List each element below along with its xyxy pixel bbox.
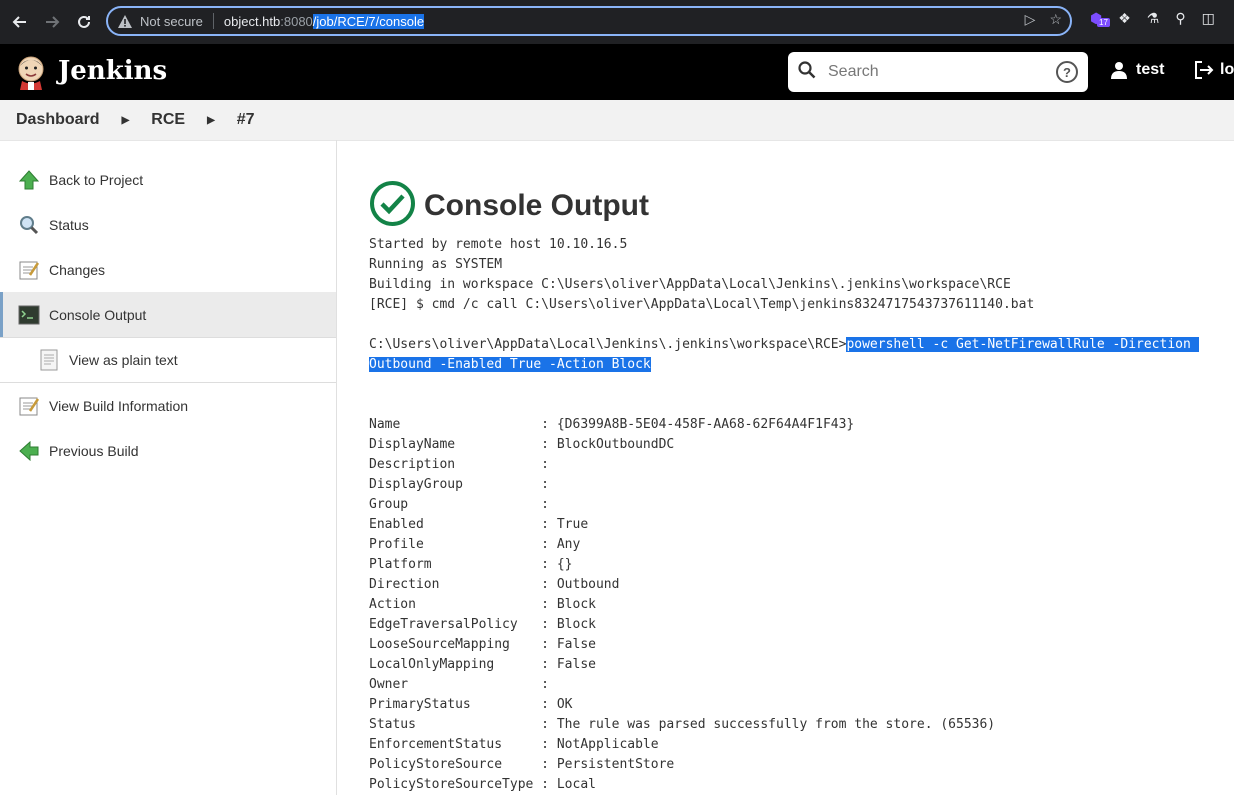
console-line: Description :	[369, 457, 557, 472]
separator	[212, 13, 214, 29]
console-line: Enabled : True	[369, 517, 589, 532]
star-icon[interactable]: ☆	[1049, 11, 1062, 28]
magnifier-icon	[18, 214, 40, 236]
document-icon	[38, 349, 60, 371]
sidebar-item-label: Previous Build	[49, 442, 139, 459]
console-line: EdgeTraversalPolicy : Block	[369, 617, 596, 632]
left-arrow-icon	[18, 440, 40, 462]
console-line: PolicyStoreSourceType : Local	[369, 777, 596, 792]
side-panel: Back to Project Status Changes Console O…	[0, 140, 337, 795]
console-line: Building in workspace C:\Users\oliver\Ap…	[369, 277, 1011, 292]
url-port: :8080	[280, 13, 313, 29]
sidebar-item-view-plain-text[interactable]: View as plain text	[0, 337, 336, 383]
chevron-right-icon[interactable]: ▶	[122, 115, 130, 126]
jenkins-brand[interactable]: Jenkins	[58, 56, 167, 86]
terminal-icon	[18, 304, 40, 326]
chevron-right-icon[interactable]: ▶	[207, 115, 215, 126]
console-line: Owner :	[369, 677, 557, 692]
notepad-icon	[18, 395, 40, 417]
sidebar-item-label: Console Output	[49, 306, 147, 323]
console-line: DisplayGroup :	[369, 477, 557, 492]
sidebar-item-changes[interactable]: Changes	[0, 247, 336, 292]
console-line: PolicyStoreSource : PersistentStore	[369, 757, 675, 772]
success-check-icon	[369, 180, 416, 232]
warning-icon[interactable]	[118, 14, 132, 28]
console-line: [RCE] $ cmd /c call C:\Users\oliver\AppD…	[369, 297, 1035, 312]
sidebar-item-label: View as plain text	[69, 352, 178, 368]
sidebar-item-console-output[interactable]: Console Output	[0, 292, 336, 337]
search-icon[interactable]: ⚲	[1175, 10, 1185, 27]
url-host: object.htb	[223, 13, 281, 29]
main-title-area: Console Output	[369, 180, 649, 232]
search-input[interactable]	[826, 62, 1050, 82]
search-icon	[798, 60, 816, 84]
extension-badge-count: 17	[1097, 18, 1110, 27]
sidebar-item-label: Status	[49, 216, 89, 233]
flask-icon[interactable]: ⚗	[1147, 10, 1160, 27]
console-line: DisplayName : BlockOutboundDC	[369, 437, 675, 452]
user-menu[interactable]: test	[1110, 61, 1164, 79]
logout-link[interactable]: lo	[1194, 61, 1234, 79]
reload-icon[interactable]	[68, 6, 100, 38]
send-icon[interactable]: ▷	[1025, 11, 1036, 28]
sidebar-item-back-to-project[interactable]: Back to Project	[0, 157, 336, 202]
url-path: /job/RCE/7/console	[312, 13, 425, 29]
console-command-selected: Outbound -Enabled True -Action Block	[369, 357, 651, 372]
console-line: Action : Block	[369, 597, 596, 612]
console-line: Group :	[369, 497, 557, 512]
console-line: PrimaryStatus : OK	[369, 697, 573, 712]
address-bar[interactable]: Not secure object.htb:8080/job/RCE/7/con…	[106, 6, 1072, 36]
jenkins-logo-icon[interactable]	[14, 54, 48, 90]
console-output: Started by remote host 10.10.16.5 Runnin…	[369, 235, 1199, 795]
sidebar-item-previous-build[interactable]: Previous Build	[0, 428, 336, 473]
search-box[interactable]: ?	[788, 52, 1088, 92]
logout-icon	[1195, 61, 1214, 79]
notepad-icon	[18, 259, 40, 281]
console-line: Direction : Outbound	[369, 577, 620, 592]
breadcrumb-build[interactable]: #7	[237, 111, 255, 129]
forward-icon[interactable]	[36, 6, 68, 38]
back-icon[interactable]	[4, 6, 36, 38]
console-command-selected: powershell -c Get-NetFirewallRule -Direc…	[846, 337, 1199, 352]
page-title: Console Output	[424, 189, 649, 222]
console-line: Started by remote host 10.10.16.5	[369, 237, 628, 252]
browser-toolbar: Not secure object.htb:8080/job/RCE/7/con…	[0, 0, 1234, 44]
sidebar-icon[interactable]: ◫	[1202, 10, 1215, 27]
sidebar-item-label: Back to Project	[49, 171, 144, 188]
console-line: LooseSourceMapping : False	[369, 637, 596, 652]
console-line: LocalOnlyMapping : False	[369, 657, 596, 672]
console-line: Status : The rule was parsed successfull…	[369, 717, 996, 732]
sidebar-item-build-info[interactable]: View Build Information	[0, 383, 336, 428]
user-icon	[1111, 62, 1127, 79]
console-prompt: C:\Users\oliver\AppData\Local\Jenkins\.j…	[369, 337, 847, 352]
logout-label: lo	[1220, 61, 1234, 78]
sidebar-item-status[interactable]: Status	[0, 202, 336, 247]
console-line: Profile : Any	[369, 537, 581, 552]
not-secure-label[interactable]: Not secure	[140, 14, 203, 29]
help-icon[interactable]: ?	[1056, 61, 1078, 83]
breadcrumb-job[interactable]: RCE	[151, 111, 185, 129]
breadcrumb-dashboard[interactable]: Dashboard	[16, 111, 100, 129]
sidebar-item-label: Changes	[49, 261, 106, 278]
user-name: test	[1136, 61, 1165, 78]
extension-badge-icon[interactable]: ⬢ 17	[1090, 10, 1110, 27]
breadcrumb: Dashboard ▶ RCE ▶ #7	[0, 100, 1234, 141]
console-line: EnforcementStatus : NotApplicable	[369, 737, 659, 752]
console-line: Running as SYSTEM	[369, 257, 503, 272]
jenkins-header: Jenkins ? test lo	[0, 44, 1234, 100]
console-line: Name : {D6399A8B-5E04-458F-AA68-62F64A4F…	[369, 417, 855, 432]
puzzle-icon[interactable]: ❖	[1118, 10, 1131, 27]
sidebar-item-label: View Build Information	[49, 397, 189, 414]
up-arrow-icon	[18, 169, 40, 191]
console-line: Platform : {}	[369, 557, 573, 572]
